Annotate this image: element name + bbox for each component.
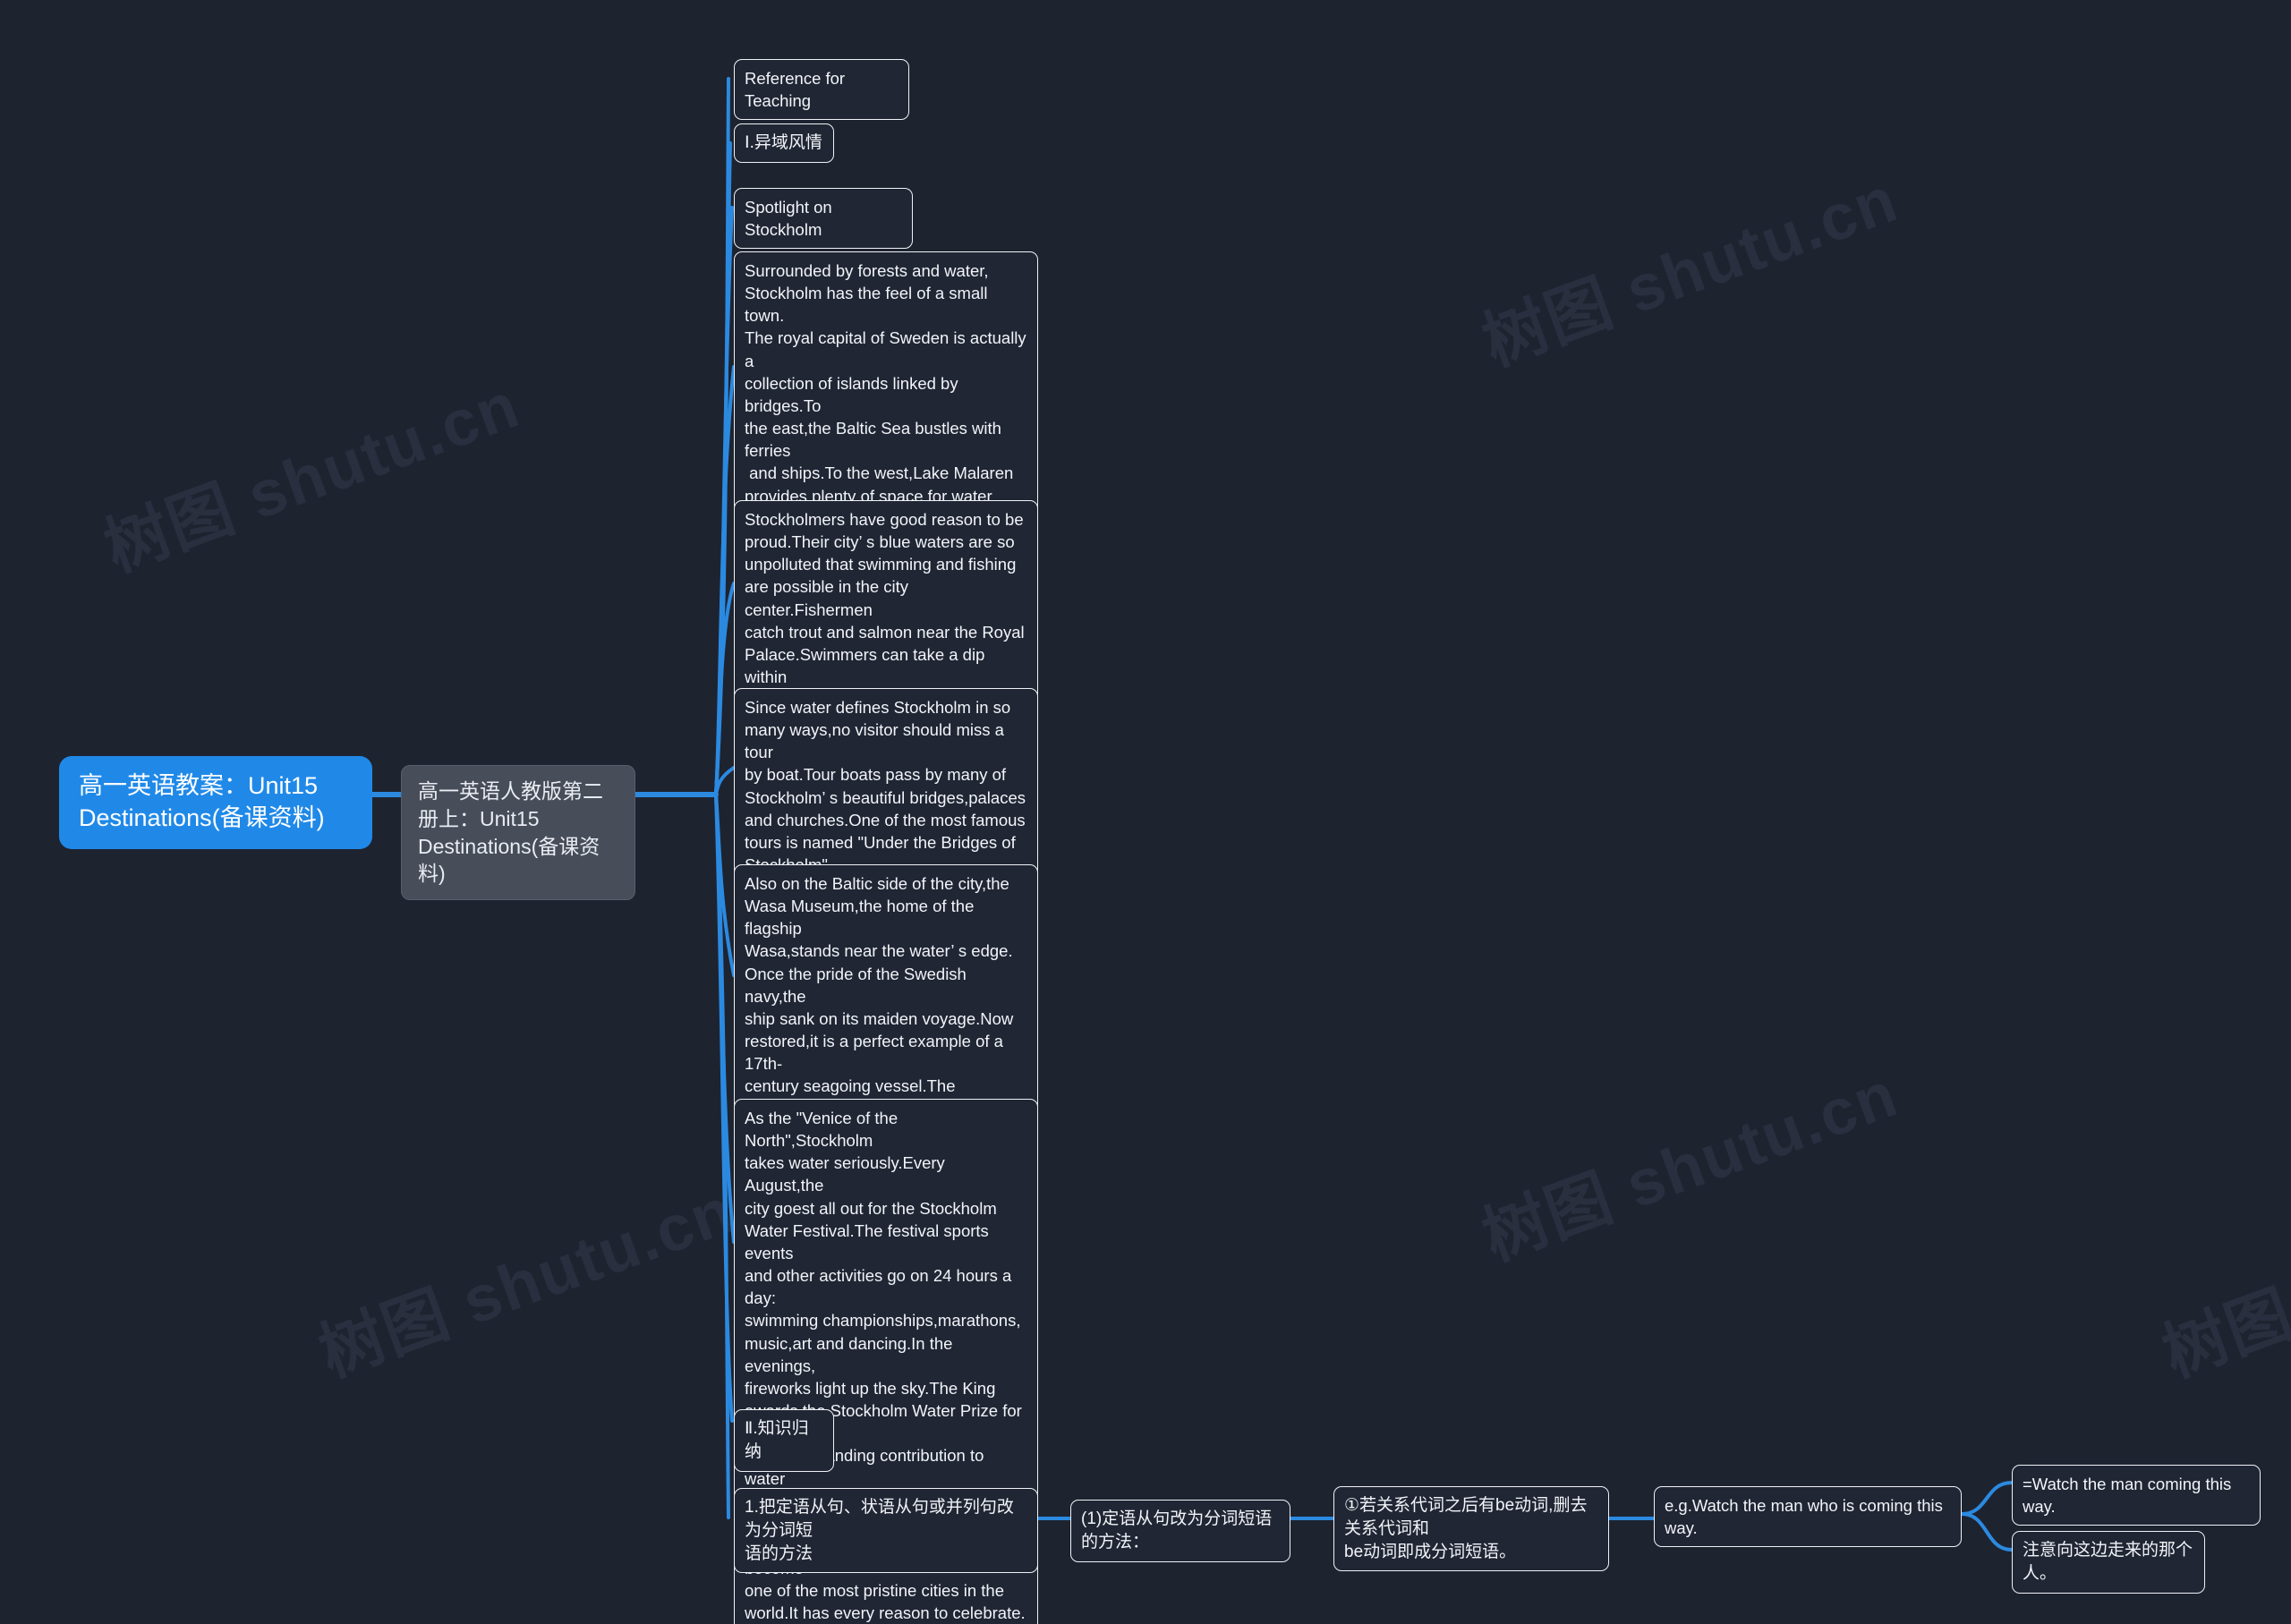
branch-node-section-ii[interactable]: Ⅱ.知识归纳 (734, 1409, 834, 1472)
chain-label: e.g.Watch the man who is coming this way… (1665, 1496, 1943, 1538)
chain-node-result-en[interactable]: =Watch the man coming this way. (2012, 1465, 2261, 1526)
watermark: 树图 shutu.cn (1473, 163, 1907, 379)
root-node[interactable]: 高一英语教案：Unit15 Destinations(备课资料) (59, 756, 372, 849)
watermark: 树图 shutu.cn (310, 1174, 744, 1390)
branch-label: Reference for Teaching (745, 69, 849, 111)
branch-node-method-1[interactable]: 1.把定语从句、状语从句或并列句改为分词短 语的方法 (734, 1488, 1038, 1574)
branch-label: Since water defines Stockholm in so many… (745, 698, 1026, 874)
chain-node-step3[interactable]: e.g.Watch the man who is coming this way… (1654, 1486, 1962, 1548)
level2-node-label: 高一英语人教版第二册上：Unit15 Destinations(备课资料) (418, 779, 603, 886)
edge-step3-result-en (1960, 1481, 2014, 1516)
branch-node-spotlight-on-stockholm[interactable]: Spotlight on Stockholm (734, 188, 913, 250)
watermark: 树图 shutu.cn (2153, 1175, 2291, 1390)
level2-node[interactable]: 高一英语人教版第二册上：Unit15 Destinations(备课资料) (401, 765, 635, 901)
branch-label: 1.把定语从句、状语从句或并列句改为分词短 语的方法 (745, 1498, 1014, 1563)
chain-node-step1[interactable]: (1)定语从句改为分词短语的方法： (1070, 1500, 1290, 1562)
chain-label: (1)定语从句改为分词短语的方法： (1081, 1509, 1273, 1552)
branch-label: Ⅱ.知识归纳 (745, 1419, 809, 1461)
watermark: 树图 shutu.cn (1473, 1058, 1907, 1274)
mindmap-canvas: 树图 shutu.cn 树图 shutu.cn 树图 shutu.cn 树图 s… (0, 0, 2291, 1624)
chain-node-step2[interactable]: ①若关系代词之后有be动词,删去关系代词和 be动词即成分词短语。 (1333, 1486, 1609, 1572)
edge-bundle (714, 77, 736, 1519)
chain-node-result-cn[interactable]: 注意向这边走来的那个人。 (2012, 1531, 2205, 1594)
chain-label: 注意向这边走来的那个人。 (2023, 1541, 2193, 1583)
chain-label: =Watch the man coming this way. (2023, 1475, 2236, 1517)
branch-label: Ⅰ.异域风情 (745, 133, 822, 152)
branch-label: Spotlight on Stockholm (745, 198, 837, 240)
watermark: 树图 shutu.cn (95, 369, 529, 585)
chain-label: ①若关系代词之后有be动词,删去关系代词和 be动词即成分词短语。 (1344, 1496, 1588, 1561)
branch-node-para-3[interactable]: Since water defines Stockholm in so many… (734, 688, 1038, 885)
root-node-label: 高一英语教案：Unit15 Destinations(备课资料) (79, 772, 325, 831)
edge-step3-result-cn (1960, 1512, 2014, 1552)
branch-node-section-i[interactable]: Ⅰ.异域风情 (734, 123, 834, 163)
branch-node-reference-for-teaching[interactable]: Reference for Teaching (734, 59, 909, 121)
